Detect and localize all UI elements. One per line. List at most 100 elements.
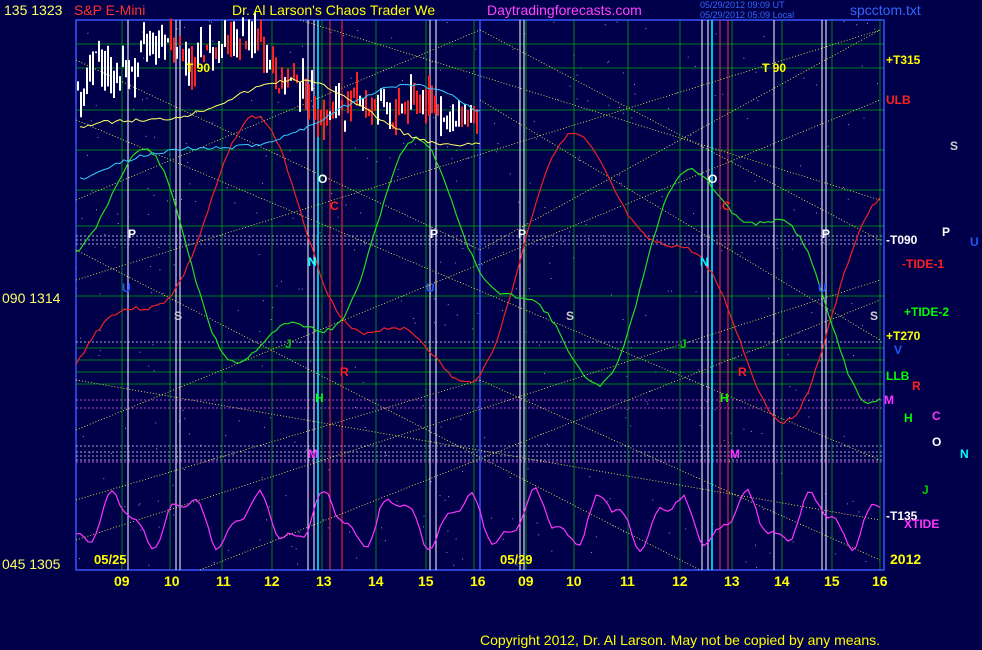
star-dot — [646, 401, 648, 403]
star-dot — [714, 409, 716, 411]
star-dot — [552, 245, 554, 247]
star-dot — [747, 350, 749, 352]
star-dot — [616, 21, 618, 23]
star-dot — [668, 532, 670, 534]
date-label: 05/25 — [94, 552, 127, 567]
x-tick-label: 16 — [470, 573, 486, 589]
plot-marker-label: M — [308, 447, 318, 461]
star-dot — [238, 420, 240, 422]
right-label: +T270 — [886, 329, 921, 343]
star-dot — [155, 422, 157, 424]
star-dot — [528, 287, 530, 289]
star-dot — [550, 277, 552, 279]
star-dot — [194, 201, 196, 203]
x-tick-label: 12 — [264, 573, 280, 589]
star-dot — [232, 453, 234, 455]
star-dot — [667, 290, 669, 292]
star-dot — [538, 344, 540, 346]
star-dot — [834, 553, 836, 555]
star-dot — [865, 561, 867, 563]
star-dot — [225, 434, 227, 436]
star-dot — [124, 506, 126, 508]
plot-marker-label: J — [285, 337, 292, 351]
plot-marker-label: U — [818, 281, 827, 295]
plot-marker-label: S — [174, 309, 182, 323]
star-dot — [99, 293, 101, 295]
star-dot — [569, 231, 571, 233]
star-dot — [714, 95, 716, 97]
star-dot — [487, 247, 489, 249]
star-dot — [301, 45, 303, 47]
x-tick-label: 10 — [164, 573, 180, 589]
x-tick-label: 11 — [620, 573, 635, 589]
star-dot — [622, 72, 624, 74]
star-dot — [692, 213, 694, 215]
plot-marker-label: J — [680, 337, 687, 351]
star-dot — [262, 300, 264, 302]
star-dot — [811, 312, 813, 314]
star-dot — [139, 351, 141, 353]
star-dot — [176, 28, 178, 30]
right-label: J — [922, 483, 929, 497]
star-dot — [512, 48, 514, 50]
star-dot — [305, 449, 307, 451]
star-dot — [158, 526, 160, 528]
y-label-bottom: 045 1305 — [2, 556, 61, 572]
star-dot — [138, 504, 140, 506]
x-tick-label: 09 — [518, 573, 534, 589]
plot-marker-label: S — [566, 309, 574, 323]
star-dot — [626, 375, 628, 377]
star-dot — [145, 135, 147, 137]
star-dot — [234, 202, 236, 204]
star-dot — [536, 522, 538, 524]
star-dot — [292, 217, 294, 219]
star-dot — [381, 101, 383, 103]
star-dot — [622, 112, 624, 114]
header-symbol-code: 135 1323 — [4, 2, 63, 18]
star-dot — [447, 530, 449, 532]
star-dot — [763, 35, 765, 37]
star-dot — [843, 186, 845, 188]
star-dot — [228, 549, 230, 551]
star-dot — [156, 448, 158, 450]
star-dot — [763, 508, 765, 510]
star-dot — [360, 212, 362, 214]
star-dot — [322, 519, 324, 521]
star-dot — [481, 264, 483, 266]
star-dot — [795, 389, 797, 391]
plot-marker-label: N — [308, 255, 317, 269]
star-dot — [518, 201, 520, 203]
star-dot — [183, 469, 185, 471]
star-dot — [95, 209, 97, 211]
star-dot — [754, 180, 756, 182]
star-dot — [301, 288, 303, 290]
x-tick-label: 15 — [824, 573, 840, 589]
star-dot — [444, 499, 446, 501]
star-dot — [456, 314, 458, 316]
star-dot — [153, 370, 155, 372]
star-dot — [787, 354, 789, 356]
star-dot — [269, 417, 271, 419]
star-dot — [173, 264, 175, 266]
chaos-chart: T 90 T 90O OC CP P P PN NS S SJ JR RH HM MU U U+T315ULB… — [75, 12, 979, 589]
star-dot — [142, 57, 144, 59]
right-label: U — [970, 235, 979, 249]
star-dot — [448, 496, 450, 498]
star-dot — [587, 238, 589, 240]
star-dot — [509, 476, 511, 478]
header-symbol: S&P E-Mini — [74, 2, 146, 18]
star-dot — [226, 187, 228, 189]
right-label: S — [950, 139, 958, 153]
star-dot — [536, 138, 538, 140]
star-dot — [90, 120, 92, 122]
star-dot — [439, 495, 441, 497]
star-dot — [140, 529, 142, 531]
star-dot — [800, 165, 802, 167]
star-dot — [354, 249, 356, 251]
star-dot — [851, 302, 853, 304]
star-dot — [478, 406, 480, 408]
star-dot — [625, 417, 627, 419]
star-dot — [187, 162, 189, 164]
star-dot — [364, 426, 366, 428]
star-dot — [294, 441, 296, 443]
